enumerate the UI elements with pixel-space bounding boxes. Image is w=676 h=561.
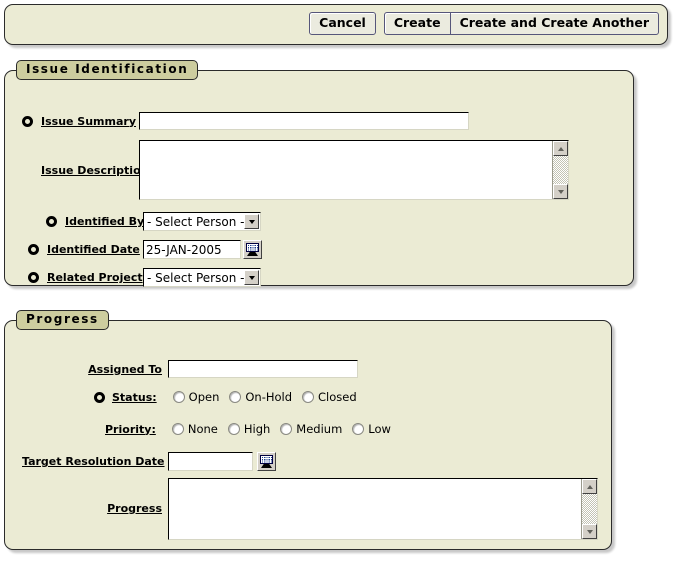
status-option-open-label: Open [189, 390, 220, 404]
priority-option-high[interactable]: High [228, 422, 270, 436]
priority-option-medium[interactable]: Medium [280, 422, 342, 436]
priority-radio-group: None High Medium Low [162, 422, 391, 436]
identified-by-label: Identified By [65, 215, 137, 228]
issue-summary-input[interactable] [139, 112, 469, 130]
target-resolution-date-row: Target Resolution Date [22, 452, 602, 471]
chevron-down-icon[interactable] [244, 214, 259, 229]
issue-description-scrollbar[interactable] [552, 141, 568, 199]
radio-icon[interactable] [228, 423, 240, 435]
status-radio-group: Open On-Hold Closed [163, 390, 357, 404]
assigned-to-label: Assigned To [22, 363, 162, 376]
identified-date-input[interactable] [143, 240, 241, 259]
progress-notes-scrollbar[interactable] [581, 479, 597, 539]
status-option-open[interactable]: Open [173, 390, 220, 404]
scroll-up-icon[interactable] [553, 141, 568, 156]
issue-identification-title: Issue Identification [16, 60, 198, 80]
scroll-up-icon[interactable] [582, 479, 597, 494]
progress-title: Progress [16, 310, 109, 330]
create-and-create-another-button[interactable]: Create and Create Another [450, 13, 658, 34]
calendar-icon-target-resolution-date[interactable] [257, 452, 276, 471]
issue-summary-row: Issue Summary [22, 112, 622, 130]
calendar-grid-glyph [260, 455, 273, 464]
issue-description-row: Issue Description [22, 140, 622, 200]
priority-label: Priority: [105, 423, 156, 436]
status-row: Status: Open On-Hold Closed [22, 390, 602, 404]
identified-by-select[interactable]: - Select Person - [143, 212, 261, 231]
priority-row: Priority: None High Medium Low [22, 422, 602, 436]
status-label: Status: [112, 391, 157, 404]
radio-icon[interactable] [173, 391, 185, 403]
priority-option-high-label: High [244, 422, 270, 436]
identified-by-value: - Select Person - [147, 215, 244, 229]
assigned-to-input[interactable] [168, 360, 358, 378]
issue-summary-label: Issue Summary [41, 115, 133, 128]
identified-date-required-icon [28, 244, 39, 255]
create-button-group: Create Create and Create Another [384, 12, 659, 35]
calendar-base-glyph [247, 252, 258, 256]
form-action-toolbar: Cancel Create Create and Create Another [4, 4, 668, 45]
cancel-button[interactable]: Cancel [309, 12, 376, 35]
related-project-label: Related Project [47, 271, 137, 284]
calendar-base-glyph [261, 464, 272, 468]
radio-icon[interactable] [229, 391, 241, 403]
related-project-value: - Select Person - [147, 271, 244, 285]
progress-region: Progress Assigned To Status: Open On-Hol… [4, 310, 612, 550]
create-button[interactable]: Create [385, 13, 450, 34]
radio-icon[interactable] [280, 423, 292, 435]
issue-description-textarea[interactable] [139, 140, 569, 200]
status-required-icon [94, 392, 105, 403]
target-resolution-date-input[interactable] [168, 452, 253, 471]
issue-description-label: Issue Description [41, 164, 133, 177]
status-option-closed[interactable]: Closed [302, 390, 357, 404]
calendar-icon-identified-date[interactable] [243, 240, 262, 259]
identified-date-label: Identified Date [47, 243, 137, 256]
scroll-down-icon[interactable] [553, 184, 568, 199]
priority-option-medium-label: Medium [296, 422, 342, 436]
radio-icon[interactable] [352, 423, 364, 435]
related-project-row: Related Project - Select Person - [28, 268, 628, 287]
progress-notes-row: Progress [22, 478, 602, 540]
status-option-on-hold-label: On-Hold [245, 390, 292, 404]
radio-icon[interactable] [302, 391, 314, 403]
related-project-required-icon [28, 272, 39, 283]
chevron-down-icon[interactable] [244, 270, 259, 285]
status-option-closed-label: Closed [318, 390, 357, 404]
priority-option-low[interactable]: Low [352, 422, 391, 436]
radio-icon[interactable] [172, 423, 184, 435]
toolbar-button-row: Cancel Create Create and Create Another [309, 12, 659, 35]
calendar-grid-glyph [246, 243, 259, 252]
scroll-down-icon[interactable] [582, 524, 597, 539]
assigned-to-row: Assigned To [22, 360, 602, 378]
identified-date-row: Identified Date [28, 240, 628, 259]
status-option-on-hold[interactable]: On-Hold [229, 390, 292, 404]
priority-option-low-label: Low [368, 422, 391, 436]
progress-notes-label: Progress [22, 502, 162, 515]
related-project-select[interactable]: - Select Person - [143, 268, 261, 287]
target-resolution-date-label: Target Resolution Date [22, 455, 162, 468]
priority-option-none[interactable]: None [172, 422, 218, 436]
progress-notes-textarea[interactable] [168, 478, 598, 540]
issue-identification-region: Issue Identification Issue Summary Issue… [4, 60, 634, 286]
identified-by-required-icon [46, 216, 57, 227]
identified-by-row: Identified By - Select Person - [46, 212, 646, 231]
priority-option-none-label: None [188, 422, 218, 436]
issue-summary-required-icon [22, 116, 33, 127]
